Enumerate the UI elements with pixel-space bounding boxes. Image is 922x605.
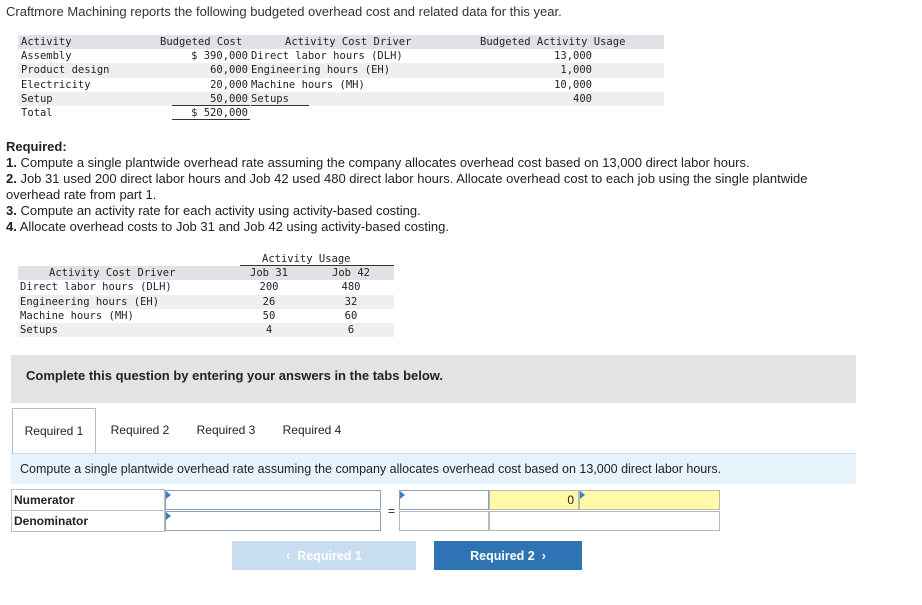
budget-table-header: Activity Budgeted Cost Activity Cost Dri… <box>18 35 664 50</box>
cell-cost: $ 390,000 <box>191 50 248 63</box>
required-item: 4. Allocate overhead costs to Job 31 and… <box>6 219 836 235</box>
required-num: 1. <box>6 155 17 170</box>
rate-result: 0 <box>489 490 579 510</box>
tab-required-3[interactable]: Required 3 <box>188 408 264 453</box>
required-item: 2. Job 31 used 200 direct labor hours an… <box>6 171 836 203</box>
rate-divisor-input[interactable] <box>399 490 489 510</box>
next-label: Required 2 <box>470 549 535 563</box>
cell-usage: 10,000 <box>554 78 592 91</box>
required-num: 4. <box>6 219 17 234</box>
cell-job42: 60 <box>344 309 358 322</box>
intro-text: Craftmore Machining reports the followin… <box>6 4 562 19</box>
cell-activity: Electricity <box>21 78 91 91</box>
header-activity-usage: Budgeted Activity Usage <box>480 36 626 48</box>
blank-cell <box>399 511 489 531</box>
chevron-right-icon: › <box>541 549 546 563</box>
blank-cell <box>489 511 720 531</box>
numerator-input[interactable] <box>165 490 381 510</box>
cell-activity: Setup <box>21 92 53 105</box>
cell-usage: 13,000 <box>554 50 592 63</box>
table-row: Product design 60,000 Engineering hours … <box>18 63 664 78</box>
required-item: 3. Compute an activity rate for each act… <box>6 203 836 219</box>
required-num: 3. <box>6 203 17 218</box>
cell-job42: 6 <box>347 323 355 336</box>
cell-driver: Machine hours (MH) <box>20 309 134 322</box>
required-section: Required: 1. Compute a single plantwide … <box>6 139 836 235</box>
numerator-input-marker-icon <box>166 491 171 499</box>
unit-input-marker-icon <box>580 491 585 499</box>
cell-job31: 200 <box>259 281 279 294</box>
cell-cost: 20,000 <box>210 78 248 91</box>
required-text: Allocate overhead costs to Job 31 and Jo… <box>16 219 449 234</box>
instructions-banner: Complete this question by entering your … <box>11 355 856 403</box>
prev-button[interactable]: ‹ Required 1 <box>232 541 416 570</box>
cell-activity: Product design <box>21 64 110 77</box>
tab-required-1[interactable]: Required 1 <box>12 408 96 453</box>
usage-table: Activity Usage Activity Cost Driver Job … <box>18 252 394 338</box>
tab-required-2[interactable]: Required 2 <box>102 408 178 453</box>
cell-job31: 26 <box>262 295 276 308</box>
cell-driver: Direct labor hours (DLH) <box>20 281 172 294</box>
usage-group-header: Activity Usage <box>18 252 394 266</box>
table-row: Direct labor hours (DLH) 200 480 <box>18 280 394 294</box>
usage-table-header: Activity Cost Driver Job 31 Job 42 <box>18 266 394 281</box>
prev-label: Required 1 <box>297 549 362 563</box>
cell-activity: Assembly <box>21 50 72 63</box>
cell-job42: 480 <box>341 281 361 294</box>
required-num: 2. <box>6 171 17 186</box>
cell-driver: Direct labor hours (DLH) <box>251 50 403 63</box>
table-row-total: Total $ 520,000 <box>18 106 664 120</box>
cell-driver: Setups <box>20 323 58 336</box>
rate-input-marker-icon <box>400 491 405 499</box>
chevron-left-icon: ‹ <box>286 549 291 563</box>
table-row: Assembly $ 390,000 Direct labor hours (D… <box>18 49 664 63</box>
denominator-label: Denominator <box>11 510 165 532</box>
header-job42: Job 42 <box>332 267 370 280</box>
rate-unit-box[interactable] <box>579 490 720 510</box>
equals-sign: = <box>388 504 396 518</box>
cell-usage: 400 <box>573 92 592 105</box>
required-text: Compute an activity rate for each activi… <box>16 203 421 218</box>
tab-required-4[interactable]: Required 4 <box>274 408 350 453</box>
cell-job42: 32 <box>344 295 358 308</box>
required-text: Compute a single plantwide overhead rate… <box>16 155 750 170</box>
banner-text: Complete this question by entering your … <box>26 368 444 383</box>
cell-cost: 60,000 <box>210 64 248 77</box>
question-instruction: Compute a single plantwide overhead rate… <box>11 453 856 484</box>
cell-driver: Engineering hours (EH) <box>251 64 391 77</box>
table-row: Setup 50,000 Setups 400 <box>18 91 664 106</box>
table-row: Engineering hours (EH) 26 32 <box>18 294 394 309</box>
required-title: Required: <box>6 139 67 154</box>
cell-driver: Machine hours (MH) <box>251 78 365 91</box>
cell-job31: 4 <box>265 323 273 336</box>
instruction-text: Compute a single plantwide overhead rate… <box>20 462 722 476</box>
cell-driver: Engineering hours (EH) <box>20 295 160 308</box>
header-cost-driver: Activity Cost Driver <box>285 36 412 48</box>
cell-job31: 50 <box>262 309 276 322</box>
required-item: 1. Compute a single plantwide overhead r… <box>6 155 836 171</box>
cost-total-line <box>172 118 250 120</box>
required-text: Job 31 used 200 direct labor hours and J… <box>6 171 808 202</box>
budget-table: Activity Budgeted Cost Activity Cost Dri… <box>18 35 664 120</box>
header-job31: Job 31 <box>250 267 288 280</box>
table-row: Electricity 20,000 Machine hours (MH) 10… <box>18 78 664 92</box>
header-activity: Activity <box>21 36 72 48</box>
header-cost-driver: Activity Cost Driver <box>49 267 176 280</box>
cell-usage: 1,000 <box>560 64 592 77</box>
header-budgeted-cost: Budgeted Cost <box>160 36 243 48</box>
denominator-input[interactable] <box>165 511 381 531</box>
cell-total-label: Total <box>21 106 53 119</box>
next-button[interactable]: Required 2 › <box>434 541 582 570</box>
denominator-input-marker-icon <box>166 512 171 520</box>
numerator-label: Numerator <box>11 489 165 511</box>
table-row: Machine hours (MH) 50 60 <box>18 309 394 323</box>
table-row: Setups 4 6 <box>18 322 394 338</box>
